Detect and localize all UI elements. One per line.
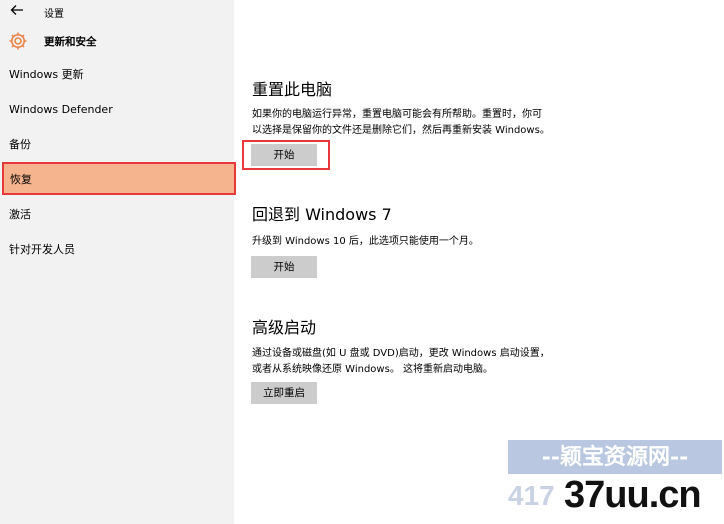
rollback-title: 回退到 Windows 7: [252, 205, 392, 224]
rollback-description: 升级到 Windows 10 后，此选项只能使用一个月。: [252, 236, 479, 247]
reset-pc-title: 重置此电脑: [252, 80, 333, 99]
restart-now-button[interactable]: 立即重启: [251, 382, 317, 404]
gear-icon: [8, 31, 28, 51]
sidebar-item-for-developers[interactable]: 针对开发人员: [0, 232, 234, 267]
watermark-number: 417: [508, 480, 555, 511]
reset-pc-description: 如果你的电脑运行异常，重置电脑可能会有所帮助。重置时，你可 以选择是保留你的文件…: [252, 107, 592, 139]
sidebar-item-activation[interactable]: 激活: [0, 197, 234, 232]
sidebar-item-windows-update[interactable]: Windows 更新: [0, 57, 234, 92]
reset-desc-line2: 以选择是保留你的文件还是删除它们，然后再重新安装 Windows。: [252, 125, 550, 136]
back-arrow-icon[interactable]: [10, 3, 26, 19]
reset-desc-line1: 如果你的电脑运行异常，重置电脑可能会有所帮助。重置时，你可: [252, 109, 542, 120]
sidebar-item-windows-defender[interactable]: Windows Defender: [0, 92, 234, 127]
advanced-startup-description: 通过设备或磁盘(如 U 盘或 DVD)启动，更改 Windows 启动设置， 或…: [252, 346, 592, 378]
sidebar: 设置 更新和安全 Windows 更新 Windows Defender 备份 …: [0, 0, 236, 524]
advanced-desc-line1: 通过设备或磁盘(如 U 盘或 DVD)启动，更改 Windows 启动设置，: [252, 348, 550, 359]
start-button-highlight: [242, 140, 330, 170]
section-title: 更新和安全: [44, 36, 97, 48]
sidebar-item-recovery[interactable]: 恢复: [2, 162, 236, 195]
advanced-startup-title: 高级启动: [252, 318, 317, 337]
watermark-domain: 37uu.cn: [564, 474, 702, 516]
app-title: 设置: [44, 9, 64, 20]
watermark: --颖宝资源网-- 417 37uu.cn: [508, 440, 722, 520]
rollback-start-button[interactable]: 开始: [251, 256, 317, 278]
advanced-desc-line2: 或者从系统映像还原 Windows。 这将重新启动电脑。: [252, 364, 493, 375]
watermark-top: --颖宝资源网--: [508, 440, 722, 474]
sidebar-item-backup[interactable]: 备份: [0, 127, 234, 162]
